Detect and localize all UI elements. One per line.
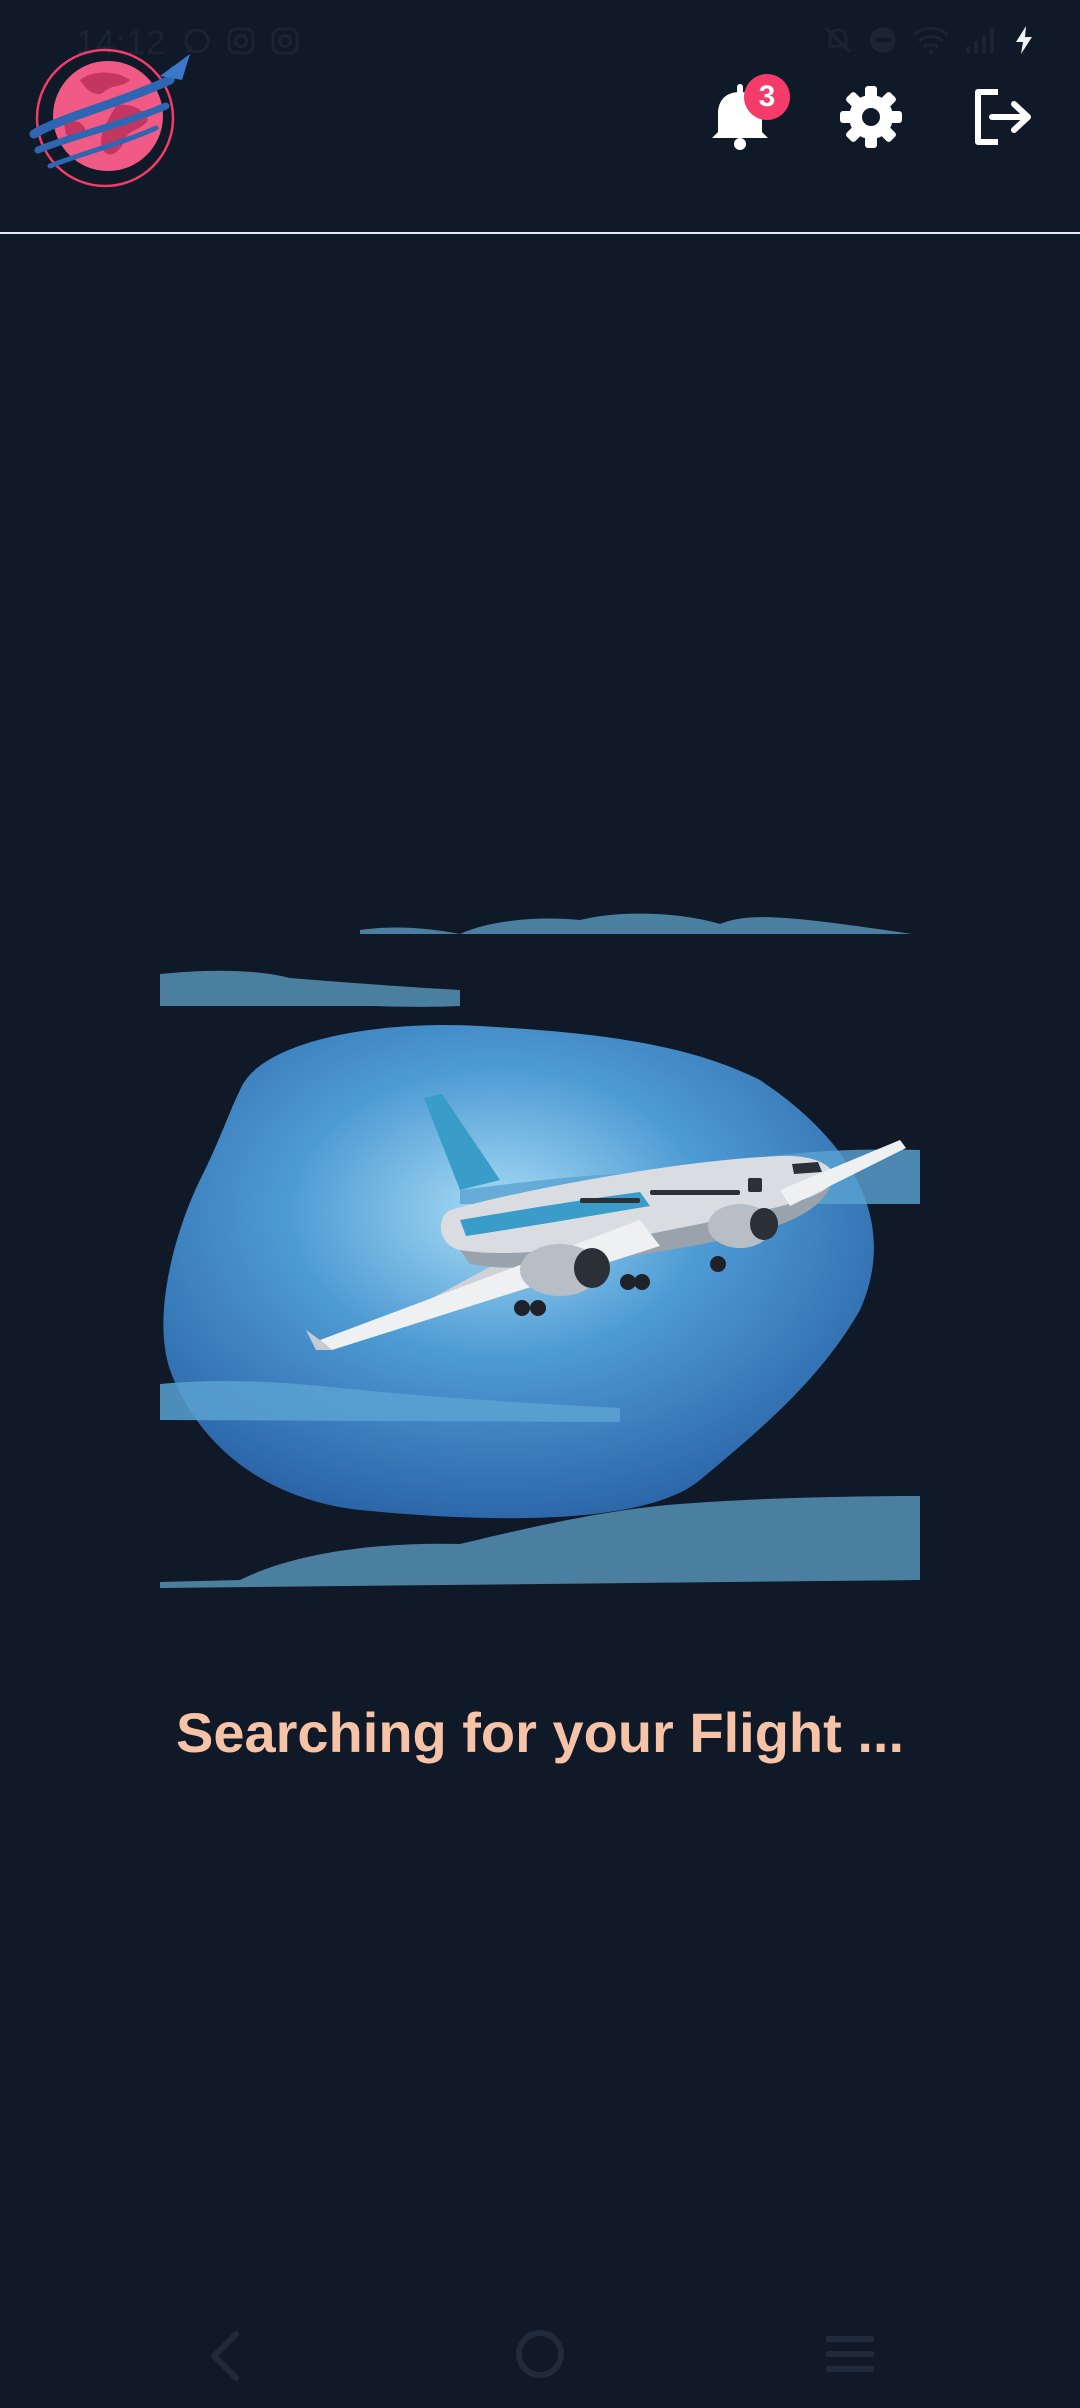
wifi-icon <box>912 26 950 55</box>
globe-plane-logo <box>29 48 190 188</box>
instagram-icon <box>227 27 255 55</box>
status-right-icons <box>822 24 1036 56</box>
back-icon[interactable] <box>204 2330 244 2382</box>
settings-icon[interactable] <box>838 84 904 150</box>
signal-icon <box>966 28 994 53</box>
screen: 14:12 3 Searching for your Flight ... <box>0 0 1080 2408</box>
cloud <box>360 913 912 934</box>
dnd-icon <box>870 27 896 53</box>
search-status-text: Searching for your Flight ... <box>175 1701 905 1764</box>
status-left-icons <box>182 26 300 56</box>
notification-badge: 3 <box>744 74 790 120</box>
system-nav-bar <box>0 2300 1080 2408</box>
instagram-icon <box>271 27 299 55</box>
logout-icon[interactable] <box>970 86 1036 148</box>
cloud <box>160 970 460 1006</box>
charging-icon <box>1016 26 1032 54</box>
home-icon[interactable] <box>514 2328 566 2380</box>
app-header: 14:12 3 <box>0 0 1080 234</box>
recents-icon[interactable] <box>824 2334 876 2374</box>
airplane-illustration <box>160 913 920 1588</box>
bell-muted-icon <box>824 26 852 54</box>
